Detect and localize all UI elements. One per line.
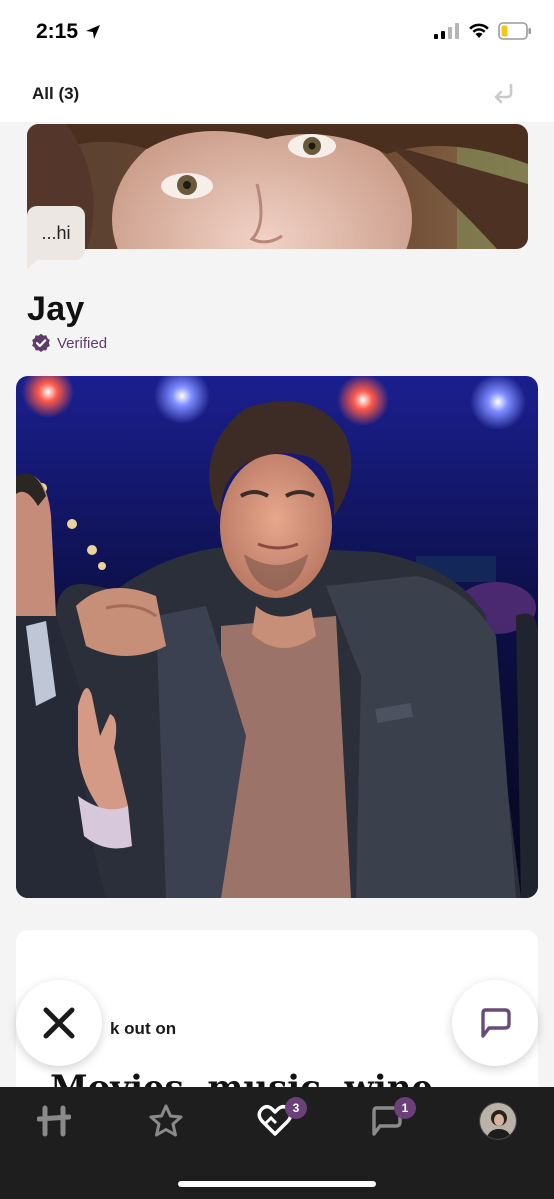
home-indicator — [178, 1181, 376, 1187]
cellular-signal-icon — [434, 23, 459, 39]
profile-name: Jay — [27, 290, 85, 328]
clock-text: 2:15 — [36, 20, 79, 43]
likes-badge: 3 — [285, 1097, 307, 1119]
liker-photo-preview[interactable] — [27, 124, 528, 249]
profile-photo[interactable] — [16, 376, 538, 898]
filter-dropdown[interactable]: All (3) — [32, 84, 79, 104]
tab-profile[interactable] — [478, 1101, 518, 1141]
undo-button[interactable] — [490, 80, 518, 108]
profile-photo-image — [16, 376, 538, 898]
undo-arrow-icon — [494, 83, 513, 104]
likes-header: All (3) — [0, 66, 554, 122]
chat-bubble-icon — [481, 1008, 511, 1038]
status-icons — [434, 22, 532, 40]
liker-photo — [27, 124, 528, 249]
tab-standouts[interactable] — [146, 1101, 186, 1141]
star-icon — [149, 1104, 183, 1137]
location-arrow-icon — [86, 25, 101, 39]
message-text: ...hi — [41, 223, 71, 243]
battery-low-icon — [498, 22, 531, 40]
verified-badge-icon — [32, 333, 50, 352]
tab-matches[interactable]: 1 — [366, 1097, 416, 1141]
message-bubble: ...hi — [27, 206, 85, 269]
wifi-icon — [469, 23, 489, 38]
skip-button[interactable] — [16, 980, 102, 1066]
close-x-icon — [43, 1007, 75, 1039]
matches-badge: 1 — [394, 1097, 416, 1119]
hinge-logo-icon — [37, 1105, 71, 1137]
tab-discover[interactable] — [34, 1101, 74, 1141]
comment-button[interactable] — [452, 980, 538, 1066]
prompt-question: k out on — [110, 1019, 177, 1038]
verified-badge: Verified — [31, 333, 107, 353]
verified-label: Verified — [57, 334, 108, 352]
tab-likes-you[interactable]: 3 — [255, 1097, 307, 1141]
avatar — [479, 1102, 517, 1140]
status-time: 2:15 — [36, 20, 102, 44]
status-bar: 2:15 — [0, 0, 554, 66]
